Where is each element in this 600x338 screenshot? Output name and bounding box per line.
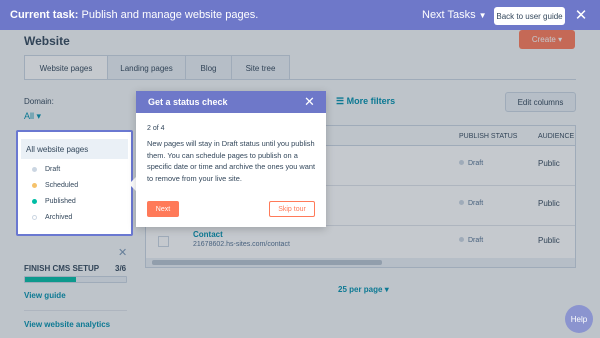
chevron-down-icon: ▼ (478, 11, 487, 20)
filter-scheduled[interactable]: Scheduled (32, 182, 78, 189)
current-task: Current task: Publish and manage website… (10, 9, 258, 21)
filter-archived[interactable]: Archived (32, 214, 72, 221)
task-prefix: Current task: (10, 9, 79, 21)
close-icon[interactable]: ✕ (304, 94, 315, 110)
filter-label: Published (45, 198, 76, 205)
popover-step: 2 of 4 (147, 125, 165, 132)
popover-body: New pages will stay in Draft status unti… (147, 139, 316, 183)
tour-popover: Get a status check ✕ 2 of 4 New pages wi… (136, 91, 326, 227)
filter-draft[interactable]: Draft (32, 166, 60, 173)
task-text: Publish and manage website pages. (81, 9, 259, 21)
filter-all-website-pages[interactable]: All website pages (21, 139, 128, 159)
skip-tour-button[interactable]: Skip tour (269, 201, 315, 217)
filter-label: Archived (45, 214, 73, 221)
next-tasks-label: Next Tasks (422, 9, 476, 21)
popover-title: Get a status check (148, 97, 228, 107)
close-icon[interactable]: ✕ (573, 6, 589, 24)
filter-published[interactable]: Published (32, 198, 76, 205)
help-button[interactable]: Help (565, 305, 593, 333)
status-dot (32, 183, 37, 188)
status-filter-panel: All website pages Draft Scheduled Publis… (16, 130, 133, 236)
filter-label: Scheduled (45, 182, 79, 189)
popover-header: Get a status check ✕ (136, 91, 326, 113)
next-tasks-button[interactable]: Next Tasks ▼ (422, 9, 487, 21)
status-dot (32, 167, 37, 172)
filter-label: Draft (45, 166, 61, 173)
task-bar: Current task: Publish and manage website… (0, 0, 600, 30)
next-button[interactable]: Next (147, 201, 179, 217)
status-dot (32, 215, 37, 220)
back-to-user-guide-button[interactable]: Back to user guide (494, 7, 565, 25)
status-dot (32, 199, 37, 204)
